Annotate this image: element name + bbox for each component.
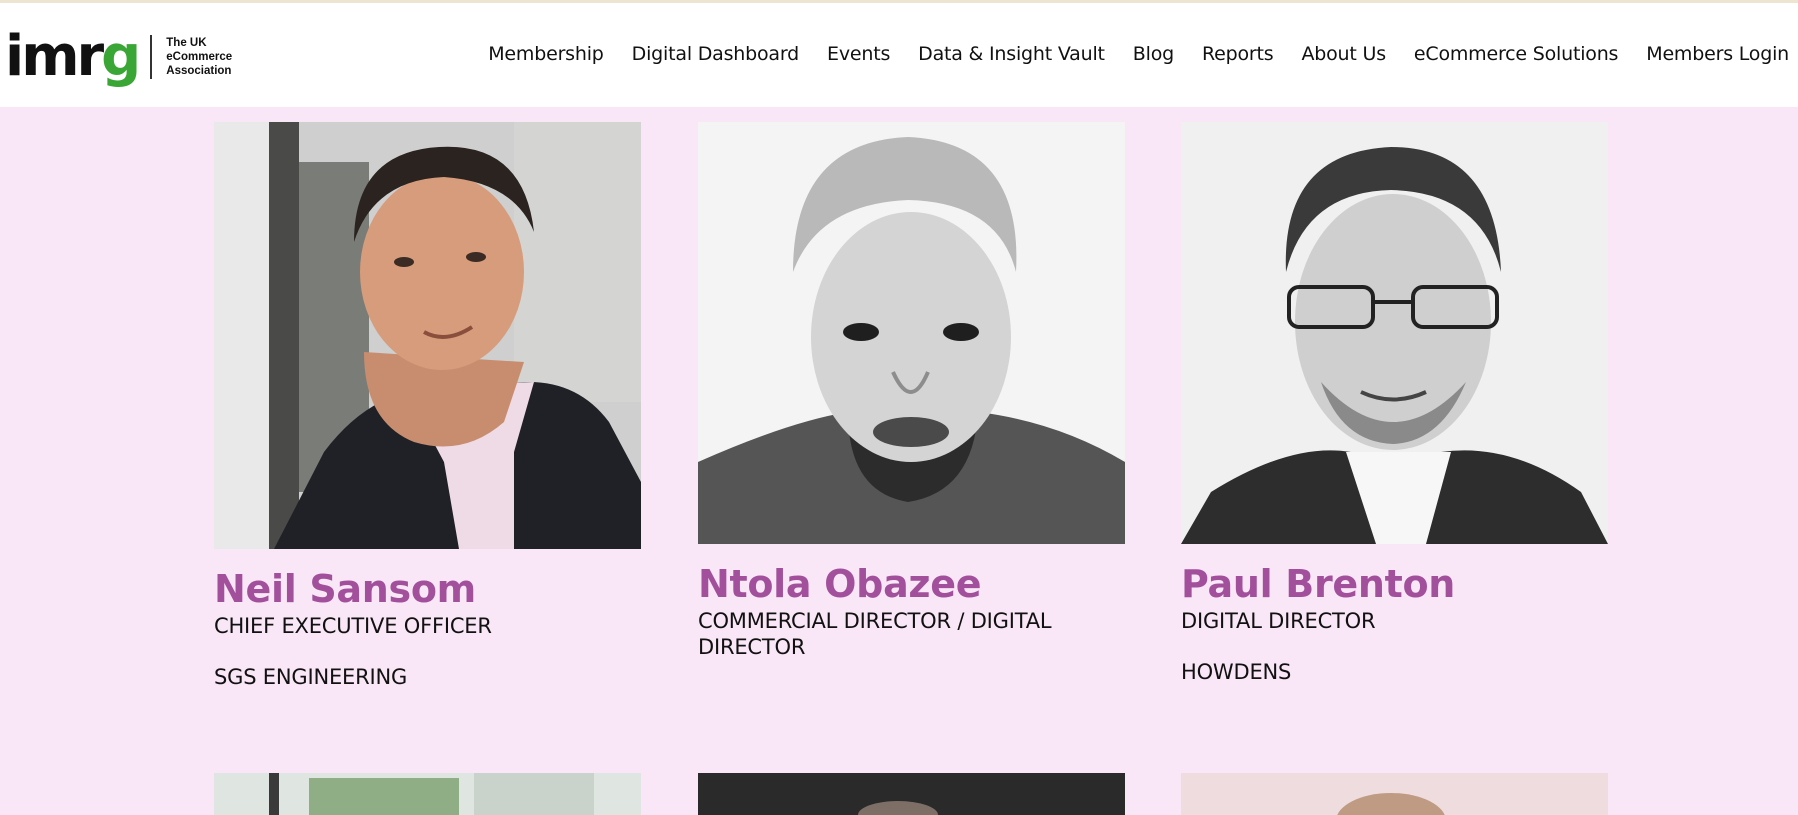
person-role: COMMERCIAL DIRECTOR / DIGITAL DIRECTOR	[698, 609, 1052, 659]
nav-ecommerce-solutions[interactable]: eCommerce Solutions	[1414, 43, 1619, 65]
person-role: CHIEF EXECUTIVE OFFICER	[214, 614, 492, 638]
profile-photo-partial	[1181, 773, 1608, 815]
nav-about-us[interactable]: About Us	[1301, 43, 1386, 65]
person-name: Ntola Obazee	[698, 562, 982, 606]
nav-digital-dashboard[interactable]: Digital Dashboard	[632, 43, 800, 65]
imrg-logo[interactable]: imrg The UK eCommerce Association	[5, 25, 236, 89]
main-nav: Membership Digital Dashboard Events Data…	[460, 43, 1789, 65]
profile-photo-neil-sansom	[214, 122, 641, 549]
nav-membership[interactable]: Membership	[488, 43, 604, 65]
profile-photo-partial	[214, 773, 641, 815]
person-name: Paul Brenton	[1181, 562, 1456, 606]
person-name: Neil Sansom	[214, 567, 476, 611]
nav-blog[interactable]: Blog	[1133, 43, 1174, 65]
profile-photo-partial	[698, 773, 1125, 815]
person-company: SGS ENGINEERING	[214, 665, 408, 689]
nav-members-login[interactable]: Members Login	[1646, 43, 1789, 65]
profile-photo-paul-brenton	[1181, 122, 1608, 544]
nav-events[interactable]: Events	[827, 43, 890, 65]
site-header: imrg The UK eCommerce Association Member…	[0, 3, 1798, 107]
person-role: DIGITAL DIRECTOR	[1181, 609, 1376, 633]
person-company: HOWDENS	[1181, 660, 1292, 684]
profile-photo-ntola-obazee	[698, 122, 1125, 544]
nav-data-insight-vault[interactable]: Data & Insight Vault	[918, 43, 1105, 65]
logo-tagline: The UK eCommerce Association	[166, 37, 233, 77]
nav-reports[interactable]: Reports	[1202, 43, 1274, 65]
logo-divider	[150, 35, 153, 79]
logo-wordmark: imrg	[5, 24, 141, 89]
